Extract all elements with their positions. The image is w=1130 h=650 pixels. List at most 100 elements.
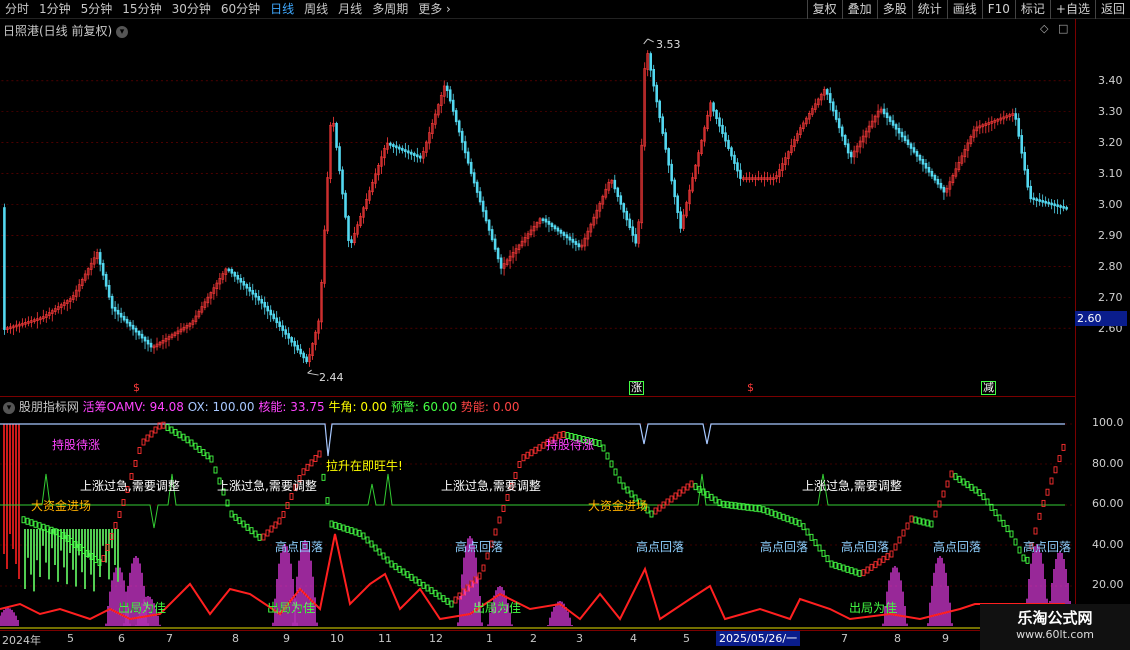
trend-box <box>289 493 294 500</box>
candle-body <box>718 117 721 127</box>
trend-box <box>161 421 166 429</box>
period-tab-15min[interactable]: 15分钟 <box>117 0 166 19</box>
candle-body <box>143 336 147 342</box>
period-tab-monthly[interactable]: 月线 <box>333 0 367 19</box>
trend-box <box>505 494 510 501</box>
candle-body <box>544 218 548 223</box>
indicator-chart[interactable] <box>0 414 1075 630</box>
candle-body <box>484 210 488 222</box>
signal-marker: $ <box>133 381 140 394</box>
trend-box <box>233 513 238 521</box>
indicator-label: 预警: <box>390 400 419 414</box>
trend-box <box>909 515 914 523</box>
trend-box <box>533 446 538 454</box>
indicator-name[interactable]: 股朋指标网 <box>19 400 79 414</box>
trend-box <box>253 530 258 538</box>
trend-box <box>757 505 762 513</box>
chevron-down-icon[interactable]: ▾ <box>3 401 15 414</box>
candle-body <box>395 145 398 149</box>
candlestick-chart[interactable] <box>0 19 1075 397</box>
restore-rights-button[interactable]: 复权 <box>806 0 842 19</box>
candle-body <box>227 268 231 272</box>
trend-box <box>925 519 930 527</box>
trend-box <box>901 529 906 537</box>
candle-body <box>281 325 284 331</box>
period-tab-multi[interactable]: 多周期 <box>367 0 413 19</box>
trend-box <box>749 504 754 512</box>
candle-body <box>230 269 234 274</box>
candle-body <box>335 122 338 148</box>
trend-box <box>197 445 202 453</box>
overlay-button[interactable]: 叠加 <box>841 0 877 19</box>
date-tick: 2024年 <box>2 634 41 647</box>
trend-box <box>985 498 990 506</box>
date-tick: 7 <box>166 632 173 645</box>
draw-line-button[interactable]: 画线 <box>946 0 982 19</box>
period-tab-fenshi[interactable]: 分时 <box>0 0 34 19</box>
highfall-label: 高点回落 <box>275 540 324 554</box>
candle-body <box>550 223 554 227</box>
date-tick: 10 <box>330 632 344 645</box>
trend-box <box>621 482 626 490</box>
period-tab-5min[interactable]: 5分钟 <box>76 0 118 19</box>
highfall-label: 高点回落 <box>455 540 504 554</box>
period-tab-30min[interactable]: 30分钟 <box>167 0 216 19</box>
multi-stock-button[interactable]: 多股 <box>876 0 912 19</box>
trend-box <box>93 556 98 563</box>
trend-box <box>917 517 922 525</box>
candle-body <box>634 234 638 244</box>
candle-body <box>469 161 473 174</box>
candle-body <box>727 139 730 149</box>
mark-button[interactable]: 标记 <box>1014 0 1050 19</box>
chevron-down-icon[interactable]: ▾ <box>116 25 129 38</box>
trend-box <box>169 426 174 434</box>
indicator-value: 0.00 <box>492 400 520 414</box>
date-tick: 5 <box>67 632 74 645</box>
statistics-button[interactable]: 统计 <box>911 0 947 19</box>
back-button[interactable]: 返回 <box>1094 0 1130 19</box>
trend-box <box>37 522 42 530</box>
period-tab-more[interactable]: 更多 › <box>413 0 456 19</box>
trend-box <box>1037 512 1042 520</box>
indicator-value-yj: 预警: 60.00 <box>391 400 457 414</box>
trend-box <box>713 496 718 504</box>
period-tab-60min[interactable]: 60分钟 <box>216 0 265 19</box>
trend-box <box>681 486 686 494</box>
date-tick: 3 <box>576 632 583 645</box>
trend-box <box>537 444 542 452</box>
f10-button[interactable]: F10 <box>981 0 1015 19</box>
period-tab-daily[interactable]: 日线 <box>265 0 299 19</box>
trend-box <box>753 504 758 512</box>
period-tab-1min[interactable]: 1分钟 <box>34 0 76 19</box>
trend-box <box>657 504 662 512</box>
current-price-label: 2.60 <box>1075 311 1127 326</box>
candle-body <box>834 109 838 120</box>
add-watchlist-button[interactable]: +自选 <box>1049 0 1095 19</box>
price-tick: 2.80 <box>1098 260 1123 273</box>
diamond-icon[interactable]: ◇ <box>1040 22 1048 35</box>
candle-body <box>906 139 910 145</box>
candle-body <box>278 321 281 327</box>
high-price-label: 3.53 <box>656 38 681 51</box>
trend-box <box>81 547 86 554</box>
period-tab-weekly[interactable]: 周线 <box>299 0 333 19</box>
trend-box <box>369 540 374 548</box>
candle-body <box>481 200 485 212</box>
candle-body <box>658 100 661 119</box>
candle-body <box>290 337 293 343</box>
signal-box: 涨 <box>629 381 644 395</box>
trend-box <box>277 517 282 525</box>
date-tick: 12 <box>429 632 443 645</box>
candle-body <box>401 147 404 151</box>
signal-box: 减 <box>981 381 996 395</box>
trend-box <box>281 511 286 518</box>
square-icon[interactable]: □ <box>1058 22 1068 35</box>
candle-body <box>269 309 273 316</box>
candle-body <box>897 127 901 134</box>
candle-body <box>915 151 919 157</box>
candle-body <box>715 109 718 120</box>
candle-body <box>1026 168 1029 188</box>
candle-body <box>625 210 629 221</box>
trend-box <box>593 439 598 446</box>
candle-body <box>613 179 617 190</box>
